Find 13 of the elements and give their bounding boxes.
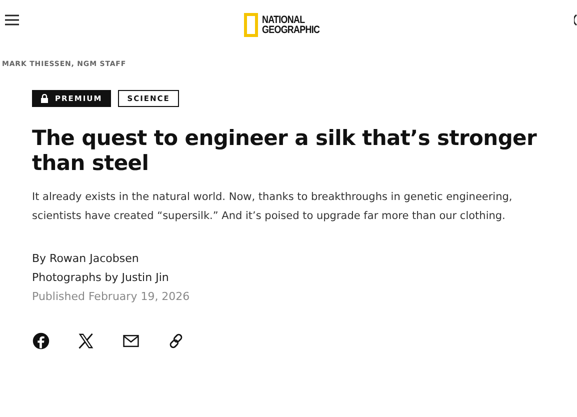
photo-byline: Photographs by Justin Jin <box>32 270 170 286</box>
dek-text: It already exists in the natural world. Now, thanks to breakthroughs in genetic engineering, scientists have created “supersilk.” And it’s poised to upgrade far more than our clothing. <box>32 190 514 224</box>
logo-frame-icon <box>244 13 258 37</box>
byline: By Rowan Jacobsen <box>32 251 140 267</box>
facebook-icon[interactable] <box>32 332 50 350</box>
menu-icon[interactable] <box>5 14 19 26</box>
email-icon[interactable] <box>122 332 140 350</box>
x-logo-icon[interactable] <box>77 332 95 350</box>
publish-date: Published February 19, 2026 <box>32 289 191 305</box>
link-icon[interactable] <box>167 332 185 350</box>
headline: The quest to engineer a silk that’s stronger than steel <box>32 126 538 176</box>
logo-text[interactable]: NATIONAL GEOGRAPHIC <box>262 15 320 35</box>
lock-icon <box>41 94 48 103</box>
